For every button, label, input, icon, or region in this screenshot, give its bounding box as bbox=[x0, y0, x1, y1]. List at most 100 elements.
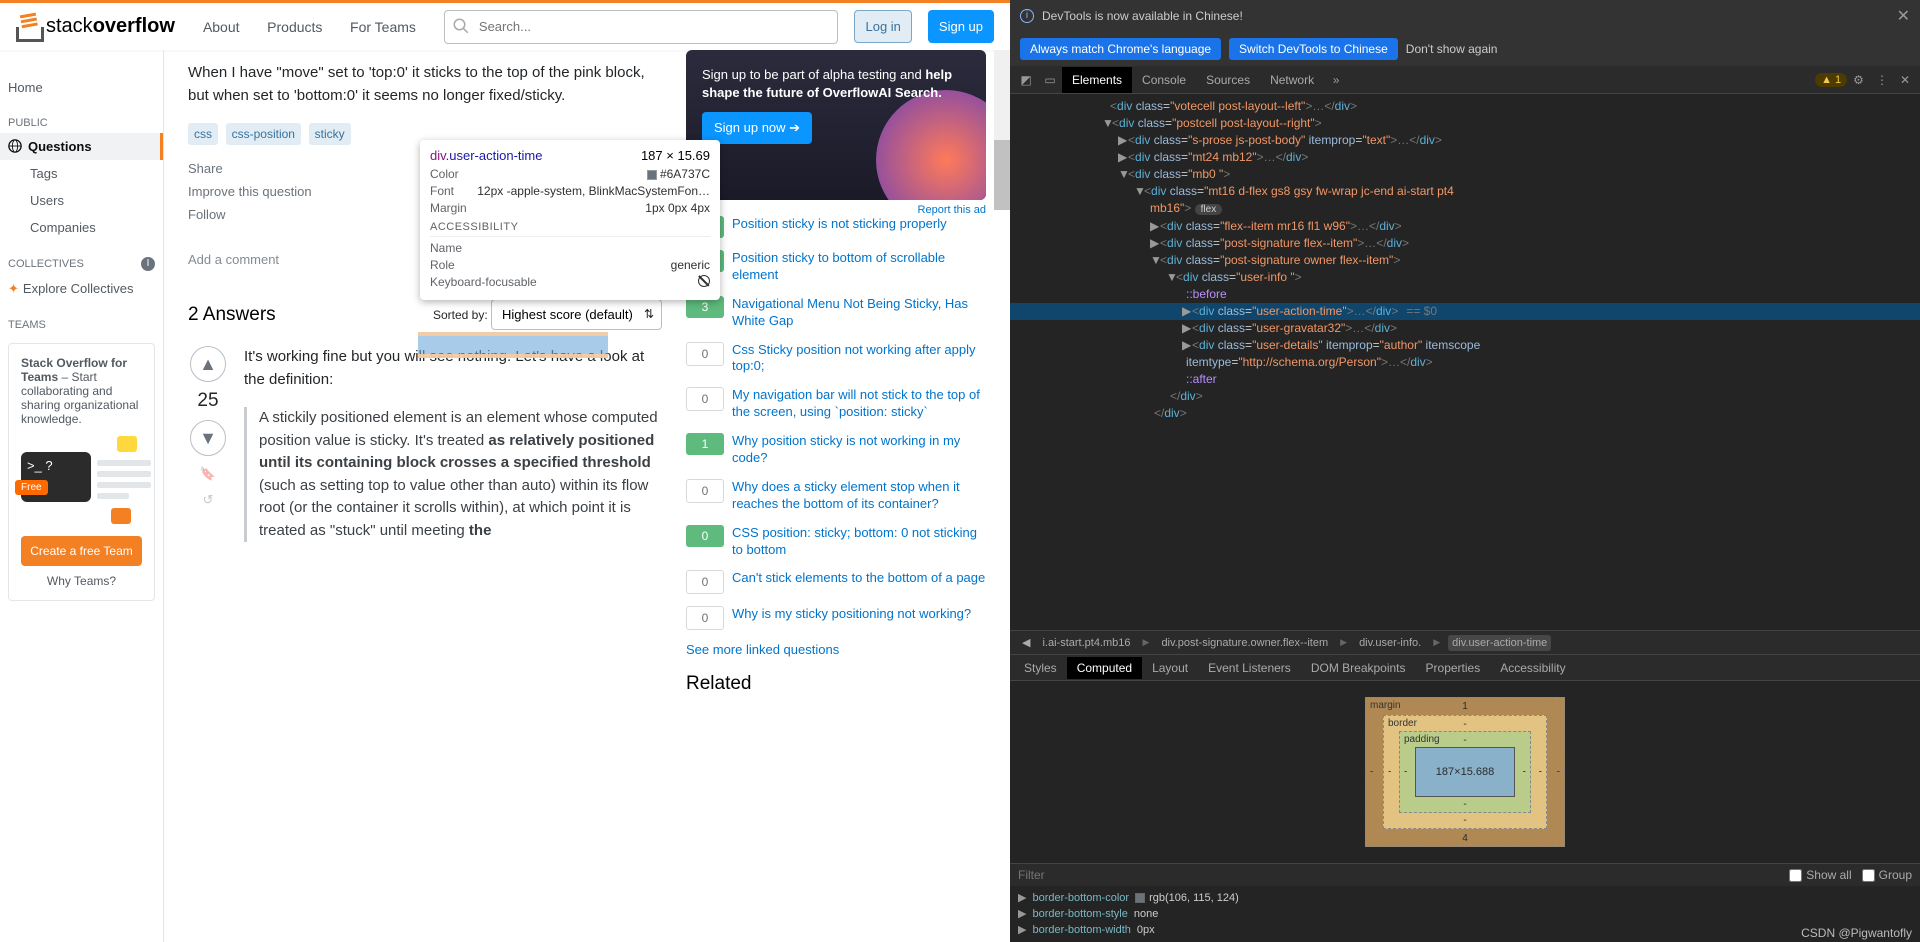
link-item: 3Navigational Menu Not Being Sticky, Has… bbox=[686, 296, 986, 330]
subtab-computed[interactable]: Computed bbox=[1067, 657, 1142, 679]
promo-signup-button[interactable]: Sign up now ➔ bbox=[702, 112, 812, 144]
link-item: 0Why is my sticky positioning not workin… bbox=[686, 606, 986, 630]
banner-text: DevTools is now available in Chinese! bbox=[1042, 9, 1243, 23]
search-input[interactable] bbox=[444, 10, 839, 44]
answer-text: It's working fine but you will see nothi… bbox=[244, 346, 662, 391]
sidebar-explore-collectives[interactable]: ✦Explore Collectives bbox=[0, 275, 163, 303]
linked-question-link[interactable]: My navigation bar will not stick to the … bbox=[732, 387, 986, 421]
group-checkbox[interactable]: Group bbox=[1862, 868, 1912, 882]
subtab-event-listeners[interactable]: Event Listeners bbox=[1198, 657, 1301, 679]
sidebar-public-heading: PUBLIC bbox=[0, 101, 163, 133]
answer-quote: A stickily positioned element is an elem… bbox=[244, 407, 662, 542]
answers-heading: 2 Answers bbox=[188, 304, 276, 326]
tag-sticky[interactable]: sticky bbox=[309, 123, 351, 145]
site-logo[interactable]: stackoverflow bbox=[16, 12, 175, 42]
sidebar-teams-heading: TEAMS bbox=[0, 303, 163, 335]
create-team-button[interactable]: Create a free Team bbox=[21, 536, 142, 566]
vote-score: 25 bbox=[188, 390, 228, 412]
crumb-arrow-icon[interactable]: ◀ bbox=[1018, 634, 1034, 651]
sidebar-tags[interactable]: Tags bbox=[0, 160, 163, 187]
tab-network[interactable]: Network bbox=[1260, 67, 1324, 93]
scrollbar-thumb[interactable] bbox=[994, 140, 1010, 210]
linked-question-link[interactable]: Navigational Menu Not Being Sticky, Has … bbox=[732, 296, 986, 330]
crumb-item[interactable]: div.user-info. bbox=[1355, 635, 1425, 651]
dom-tree[interactable]: <div class="votecell post-layout--left">… bbox=[1010, 94, 1920, 630]
devtools-tabs: ◩ ▭ Elements Console Sources Network » ▲… bbox=[1010, 66, 1920, 94]
match-language-button[interactable]: Always match Chrome's language bbox=[1020, 38, 1221, 60]
linked-question-link[interactable]: Position sticky to bottom of scrollable … bbox=[732, 250, 986, 284]
filter-input[interactable] bbox=[1018, 868, 1779, 882]
inspector-tooltip: div.user-action-time 187 × 15.69 Color#6… bbox=[420, 140, 720, 300]
tab-elements[interactable]: Elements bbox=[1062, 67, 1132, 93]
device-icon[interactable]: ▭ bbox=[1038, 73, 1062, 87]
prop-row[interactable]: ▶border-bottom-width0px bbox=[1018, 922, 1912, 938]
sidebar-home[interactable]: Home bbox=[0, 74, 163, 101]
inspect-icon[interactable]: ◩ bbox=[1014, 73, 1038, 87]
nav-for-teams[interactable]: For Teams bbox=[338, 13, 428, 41]
upvote-button[interactable]: ▲ bbox=[190, 346, 226, 382]
sidebar-companies[interactable]: Companies bbox=[0, 214, 163, 241]
prop-row[interactable]: ▶border-bottom-stylenone bbox=[1018, 906, 1912, 922]
tab-console[interactable]: Console bbox=[1132, 67, 1196, 93]
close-icon[interactable]: ✕ bbox=[1897, 6, 1910, 26]
bookmark-icon[interactable]: 🔖 bbox=[188, 466, 228, 482]
link-count: 0 bbox=[686, 570, 724, 594]
right-sidebar: Sign up to be part of alpha testing and … bbox=[686, 50, 986, 942]
history-icon[interactable]: ↺ bbox=[188, 492, 228, 508]
subtab-dom-breakpoints[interactable]: DOM Breakpoints bbox=[1301, 657, 1416, 679]
subtab-accessibility[interactable]: Accessibility bbox=[1490, 657, 1575, 679]
tooltip-dims: 187 × 15.69 bbox=[641, 148, 710, 163]
tab-sources[interactable]: Sources bbox=[1196, 67, 1260, 93]
why-teams-link[interactable]: Why Teams? bbox=[21, 574, 142, 588]
free-badge: Free bbox=[15, 480, 48, 495]
kebab-icon[interactable]: ⋮ bbox=[1870, 73, 1894, 87]
linked-question-link[interactable]: CSS position: sticky; bottom: 0 not stic… bbox=[732, 525, 986, 559]
answer-body: It's working fine but you will see nothi… bbox=[244, 346, 662, 542]
breadcrumb[interactable]: ◀ i.ai-start.pt4.mb16▶ div.post-signatur… bbox=[1010, 630, 1920, 655]
computed-props: ▶border-bottom-colorrgb(106, 115, 124)▶b… bbox=[1010, 886, 1920, 942]
link-count: 0 bbox=[686, 387, 724, 411]
subtab-styles[interactable]: Styles bbox=[1014, 657, 1067, 679]
login-button[interactable]: Log in bbox=[854, 10, 911, 43]
more-tabs-icon[interactable]: » bbox=[1324, 73, 1348, 87]
watermark: CSDN @Pigwantofly bbox=[1801, 926, 1912, 940]
linked-question-link[interactable]: Why is my sticky positioning not working… bbox=[732, 606, 971, 623]
tag-css[interactable]: css bbox=[188, 123, 218, 145]
linked-question-link[interactable]: Position sticky is not sticking properly bbox=[732, 216, 947, 233]
nav-products[interactable]: Products bbox=[255, 13, 334, 41]
subtab-properties[interactable]: Properties bbox=[1416, 657, 1491, 679]
linked-question-link[interactable]: Why does a sticky element stop when it r… bbox=[732, 479, 986, 513]
downvote-button[interactable]: ▼ bbox=[190, 420, 226, 456]
linked-question-link[interactable]: Css Sticky position not working after ap… bbox=[732, 342, 986, 376]
dont-show-link[interactable]: Don't show again bbox=[1406, 42, 1498, 56]
sidebar-users[interactable]: Users bbox=[0, 187, 163, 214]
related-heading: Related bbox=[686, 673, 986, 695]
settings-icon[interactable]: ⚙ bbox=[1847, 73, 1870, 87]
show-all-checkbox[interactable]: Show all bbox=[1789, 868, 1851, 882]
linked-question-link[interactable]: Can't stick elements to the bottom of a … bbox=[732, 570, 985, 587]
prop-row[interactable]: ▶border-bottom-colorrgb(106, 115, 124) bbox=[1018, 890, 1912, 906]
nav-about[interactable]: About bbox=[191, 13, 252, 41]
linked-question-link[interactable]: Why position sticky is not working in my… bbox=[732, 433, 986, 467]
teams-illustration: >_ ? Free bbox=[21, 436, 151, 526]
crumb-item-selected[interactable]: div.user-action-time bbox=[1448, 635, 1551, 651]
info-icon[interactable]: i bbox=[141, 257, 155, 271]
sidebar-questions[interactable]: Questions bbox=[0, 133, 163, 160]
report-ad-link[interactable]: Report this ad bbox=[686, 204, 986, 216]
crumb-item[interactable]: i.ai-start.pt4.mb16 bbox=[1038, 635, 1134, 651]
see-more-link[interactable]: See more linked questions bbox=[686, 642, 986, 657]
signup-button[interactable]: Sign up bbox=[928, 10, 994, 43]
link-count: 0 bbox=[686, 342, 724, 366]
warning-badge[interactable]: ▲ 1 bbox=[1815, 73, 1847, 87]
promo-card[interactable]: Sign up to be part of alpha testing and … bbox=[686, 50, 986, 200]
subtab-layout[interactable]: Layout bbox=[1142, 657, 1198, 679]
sort-select[interactable]: Highest score (default) bbox=[491, 299, 662, 330]
tag-css-position[interactable]: css-position bbox=[226, 123, 301, 145]
scrollbar[interactable] bbox=[994, 50, 1010, 200]
crumb-item[interactable]: div.post-signature.owner.flex--item bbox=[1157, 635, 1332, 651]
close-icon[interactable]: ✕ bbox=[1894, 73, 1916, 87]
switch-language-button[interactable]: Switch DevTools to Chinese bbox=[1229, 38, 1398, 60]
link-item: 0 Css Sticky position not working after a… bbox=[686, 342, 986, 376]
link-count: 0 bbox=[686, 479, 724, 503]
filter-bar: Show all Group bbox=[1010, 863, 1920, 886]
